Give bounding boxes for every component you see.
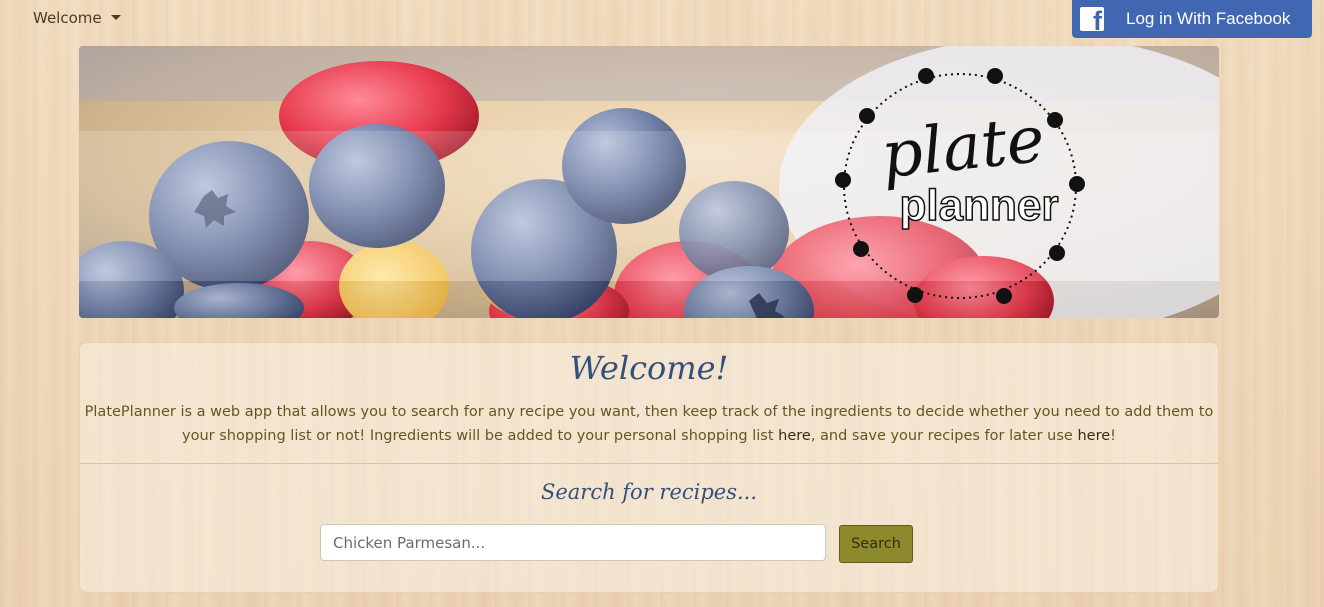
recipe-search-input[interactable] [320, 524, 826, 561]
saved-recipes-link[interactable]: here [1077, 428, 1110, 444]
welcome-text-2: , and save your recipes for later use [810, 428, 1078, 444]
search-button[interactable]: Search [839, 525, 913, 563]
welcome-description: PlatePlanner is a web app that allows yo… [84, 400, 1214, 448]
logo-text-plate: plate [877, 102, 1049, 194]
search-title: Search for recipes... [540, 480, 758, 504]
welcome-text-3: ! [1110, 428, 1116, 444]
welcome-title: Welcome! [569, 349, 729, 387]
plate-planner-logo: plate planner [834, 68, 1086, 308]
welcome-dropdown[interactable]: Welcome [33, 9, 121, 27]
caret-down-icon [110, 14, 121, 20]
shopping-list-link[interactable]: here [778, 428, 811, 444]
logo-text-planner: planner [899, 181, 1059, 230]
facebook-icon: f [1080, 7, 1104, 31]
card-divider [80, 463, 1218, 464]
facebook-login-label: Log in With Facebook [1126, 9, 1291, 28]
welcome-dropdown-label: Welcome [33, 9, 102, 27]
welcome-card: Welcome! PlatePlanner is a web app that … [79, 342, 1219, 593]
hero-banner: plate planner [79, 46, 1219, 318]
navbar: Welcome f Log in With Facebook [0, 0, 1324, 40]
facebook-login-button[interactable]: f Log in With Facebook [1072, 0, 1312, 38]
